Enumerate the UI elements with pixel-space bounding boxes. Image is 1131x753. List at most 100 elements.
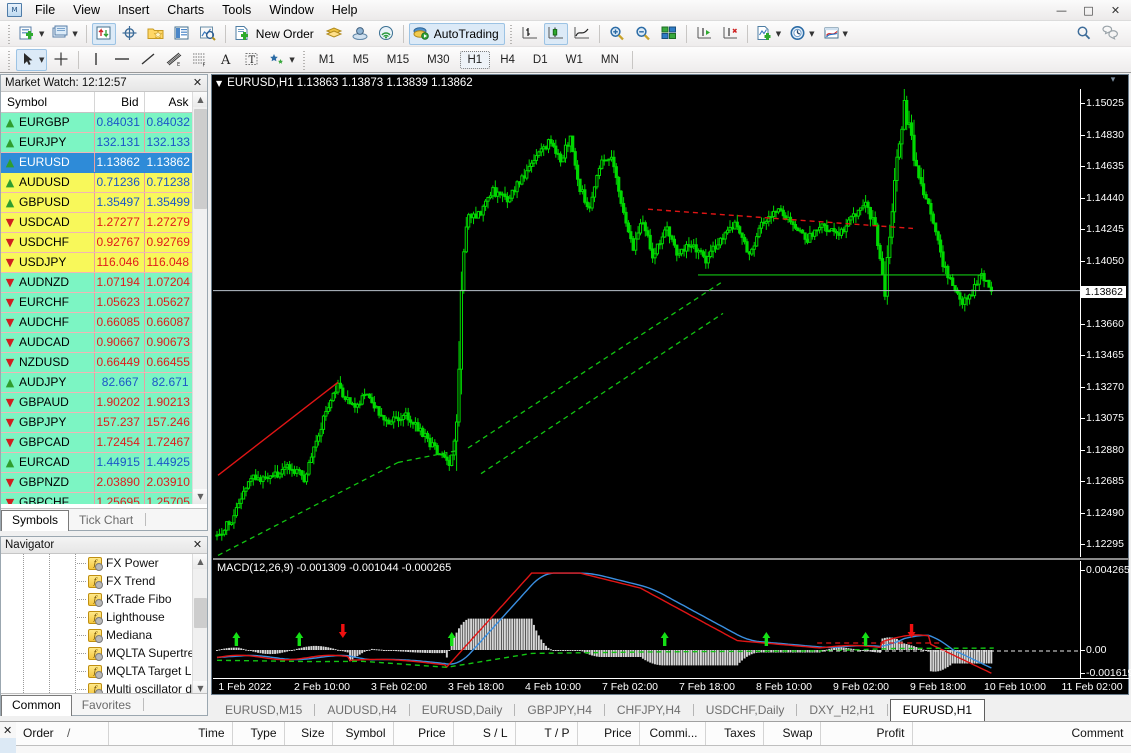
text-button[interactable]: A: [214, 49, 238, 71]
market-watch-row[interactable]: ▼ GBPNZD 2.03890 2.03910: [1, 472, 195, 493]
timeframe-mn[interactable]: MN: [593, 51, 627, 69]
market-watch-row[interactable]: ▼ NZDUSD 0.66449 0.66455: [1, 352, 195, 373]
toolbar-grip[interactable]: [7, 23, 12, 44]
terminal-column-commission[interactable]: Commi...: [639, 722, 706, 746]
templates-button[interactable]: ▼: [820, 23, 851, 45]
menu-charts[interactable]: Charts: [158, 1, 213, 19]
market-watch-row[interactable]: ▲ AUDUSD 0.71236 0.71238: [1, 172, 195, 193]
nav-scroll-up-icon[interactable]: ▲: [193, 554, 207, 569]
terminal-column-symbol[interactable]: Symbol: [332, 722, 394, 746]
terminal-column-order[interactable]: Order /: [16, 722, 109, 746]
mql5-community-button[interactable]: [374, 23, 398, 45]
chart-tab[interactable]: EURUSD,M15: [215, 700, 312, 721]
market-watch-button[interactable]: [91, 22, 116, 45]
menu-file[interactable]: File: [26, 1, 64, 19]
close-button[interactable]: ✕: [1102, 1, 1129, 19]
indicators-button[interactable]: ▼: [753, 23, 784, 45]
market-watch-row[interactable]: ▲ AUDJPY 82.667 82.671: [1, 372, 195, 393]
column-ask[interactable]: Ask: [144, 92, 195, 113]
timeframe-h1[interactable]: H1: [459, 50, 491, 69]
timeframe-m30[interactable]: M30: [419, 51, 457, 69]
vertical-line-button[interactable]: [84, 49, 108, 71]
new-order-button[interactable]: New Order: [231, 23, 320, 45]
navigator-item[interactable]: f MQLTA Supertren: [1, 644, 207, 662]
menu-insert[interactable]: Insert: [109, 1, 158, 19]
auto-scroll-button[interactable]: [692, 23, 716, 45]
timeframe-d1[interactable]: D1: [525, 51, 556, 69]
chart-window[interactable]: ▼ EURUSD,H1 1.13863 1.13873 1.13839 1.13…: [211, 74, 1131, 695]
market-watch-row[interactable]: ▼ USDCHF 0.92767 0.92769: [1, 232, 195, 253]
market-watch-row[interactable]: ▼ AUDCAD 0.90667 0.90673: [1, 332, 195, 353]
market-watch-row[interactable]: ▼ GBPAUD 1.90202 1.90213: [1, 392, 195, 413]
tab-favorites[interactable]: Favorites: [72, 696, 141, 715]
zoom-out-button[interactable]: [631, 23, 655, 45]
navigator-item[interactable]: f Lighthouse: [1, 608, 207, 626]
terminal-close-icon[interactable]: ✕: [3, 724, 12, 737]
chart-tab[interactable]: AUDUSD,H4: [317, 700, 406, 721]
terminal-column-time[interactable]: Time: [108, 722, 233, 746]
market-watch-row[interactable]: ▼ GBPCAD 1.72454 1.72467: [1, 432, 195, 453]
market-watch-row[interactable]: ▲ EURJPY 132.131 132.133: [1, 132, 195, 153]
chart-tab[interactable]: CHFJPY,H4: [607, 700, 691, 721]
navigator-close-icon[interactable]: ✕: [191, 538, 204, 551]
metaeditor-button[interactable]: [322, 23, 346, 45]
navigator-item[interactable]: f Mediana: [1, 626, 207, 644]
chart-tab[interactable]: EURUSD,H1: [889, 699, 986, 722]
maximize-button[interactable]: □: [1075, 1, 1102, 19]
column-bid[interactable]: Bid: [94, 92, 145, 113]
line-toolbar-grip[interactable]: [7, 49, 12, 70]
column-symbol[interactable]: Symbol: [1, 92, 95, 113]
toolbar-grip-2[interactable]: [508, 23, 514, 44]
market-watch-close-icon[interactable]: ✕: [191, 76, 204, 89]
autotrading-button[interactable]: AutoTrading: [408, 22, 505, 45]
time-axis[interactable]: 1 Feb 2022 2 Feb 10:00 3 Feb 02:00 3 Feb 18…: [213, 678, 1129, 694]
tab-common[interactable]: Common: [1, 695, 72, 716]
terminal-column-sl[interactable]: S / L: [453, 722, 516, 746]
terminal-column-price2[interactable]: Price: [577, 722, 640, 746]
chart-tab[interactable]: USDCHF,Daily: [696, 700, 795, 721]
chart-tab[interactable]: EURUSD,Daily: [412, 700, 513, 721]
chart-tab[interactable]: DXY_H2,H1: [799, 700, 884, 721]
data-window-button[interactable]: [118, 23, 142, 45]
timeframe-h4[interactable]: H4: [492, 51, 523, 69]
chart-menu-caret-icon[interactable]: ▼: [216, 79, 222, 88]
terminal-column-type[interactable]: Type: [232, 722, 285, 746]
shapes-button[interactable]: ▼: [266, 49, 297, 71]
text-label-button[interactable]: T: [240, 49, 264, 71]
terminal-column-profit[interactable]: Profit: [820, 722, 913, 746]
chart-tab[interactable]: GBPJPY,H4: [517, 700, 601, 721]
menu-window[interactable]: Window: [260, 1, 322, 19]
terminal-column-tp[interactable]: T / P: [515, 722, 578, 746]
horizontal-line-button[interactable]: [110, 49, 134, 71]
macd-pane[interactable]: MACD(12,26,9) -0.001309 -0.001044 -0.000…: [213, 561, 1081, 678]
terminal-column-comment[interactable]: Comment: [912, 722, 1131, 746]
market-watch-row[interactable]: ▼ AUDCHF 0.66085 0.66087: [1, 312, 195, 333]
scroll-up-icon[interactable]: ▲: [193, 92, 207, 107]
cursor-tool-button[interactable]: ▼: [16, 48, 48, 71]
terminal-column-price[interactable]: Price: [393, 722, 454, 746]
line-chart-button[interactable]: [570, 23, 594, 45]
market-watch-row[interactable]: ▼ USDCAD 1.27277 1.27279: [1, 212, 195, 233]
price-pane[interactable]: [213, 89, 1081, 557]
chat-button[interactable]: [1098, 23, 1122, 45]
expert-advisors-button[interactable]: [348, 23, 372, 45]
market-watch-row[interactable]: ▲ GBPUSD 1.35497 1.35499: [1, 192, 195, 213]
market-watch-row[interactable]: ▼ USDJPY 116.046 116.048: [1, 252, 195, 273]
menu-help[interactable]: Help: [323, 1, 367, 19]
profiles-button[interactable]: ▼: [49, 23, 80, 45]
navigator-item[interactable]: f FX Power: [1, 554, 207, 572]
search-button[interactable]: [1072, 23, 1096, 45]
terminal-column-taxes[interactable]: Taxes: [705, 722, 764, 746]
minimize-button[interactable]: —: [1048, 1, 1075, 19]
market-watch-row[interactable]: ▲ EURGBP 0.84031 0.84032: [1, 112, 195, 133]
terminal-button[interactable]: [170, 23, 194, 45]
timeframe-m5[interactable]: M5: [345, 51, 377, 69]
timeframe-grip[interactable]: [301, 49, 307, 70]
navigator-scrollbar-thumb[interactable]: [194, 598, 207, 628]
navigator-item[interactable]: f FX Trend: [1, 572, 207, 590]
price-axis[interactable]: 1.15025 1.14830 1.14635 1.14440 1.14245 1.140…: [1080, 89, 1128, 557]
market-watch-row[interactable]: ▲ EURUSD 1.13862 1.13862: [1, 152, 195, 173]
scroll-down-icon[interactable]: ▼: [193, 489, 207, 504]
navigator-item[interactable]: f KTrade Fibo: [1, 590, 207, 608]
market-watch-row[interactable]: ▼ GBPCHF 1.25695 1.25705: [1, 492, 195, 504]
